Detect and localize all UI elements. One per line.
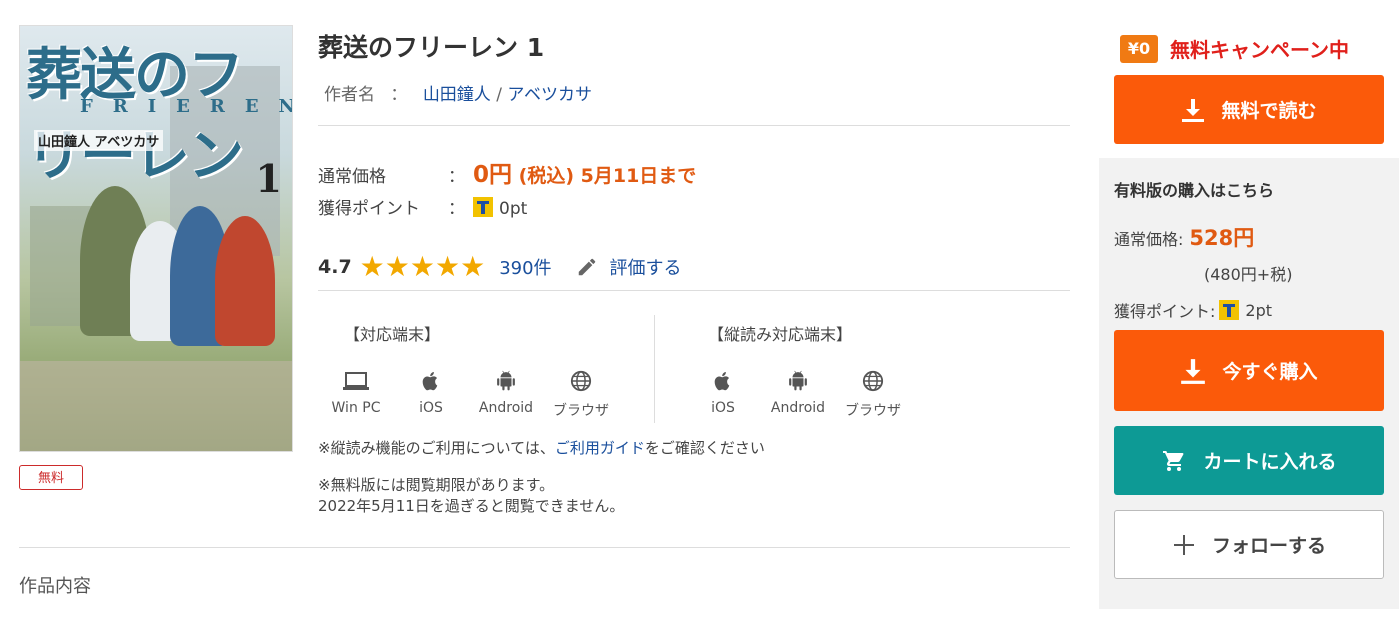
pencil-icon[interactable] xyxy=(576,256,598,278)
cover-title-en: FRIEREN xyxy=(80,96,293,117)
author-label: 作者名 xyxy=(324,85,375,105)
points-label: 獲得ポイント xyxy=(318,199,420,219)
tpoint-icon xyxy=(1219,300,1240,320)
device-ios: iOS xyxy=(391,370,471,416)
device-win-pc: Win PC xyxy=(316,370,396,416)
plus-icon xyxy=(1173,534,1194,555)
limit-note-line2: 2022年5月11日を過ぎると閲覧できません。 xyxy=(318,497,625,515)
read-free-label: 無料で読む xyxy=(1221,100,1317,122)
paid-point-label: 獲得ポイント: xyxy=(1114,302,1216,321)
author-link-yamada[interactable]: 山田鐘人 xyxy=(423,85,491,105)
review-count-link[interactable]: 390件 xyxy=(499,254,551,280)
cover-image[interactable]: 葬送のフリーレン FRIEREN 山田鐘人 アベツカサ 1 xyxy=(19,25,293,452)
author-separator: / xyxy=(496,85,502,105)
apple-icon xyxy=(714,372,730,391)
page-title: 葬送のフリーレン 1 xyxy=(318,33,545,62)
paid-section-title: 有料版の購入はこちら xyxy=(1114,181,1275,200)
usage-guide-link[interactable]: ご利用ガイド xyxy=(555,439,645,457)
device-label: ブラウザ xyxy=(845,403,901,419)
device-android: Android xyxy=(466,370,546,416)
cart-icon xyxy=(1163,450,1184,471)
vertical-device-android: Android xyxy=(758,370,838,416)
price-colon: ： xyxy=(448,167,465,187)
limit-note-line1: ※無料版には閲覧期限があります。 xyxy=(318,476,555,494)
star-rating-icon: ★★★★★ xyxy=(359,250,486,283)
read-free-button[interactable]: 無料で読む xyxy=(1114,75,1384,144)
divider xyxy=(318,125,1070,126)
tpoint-icon xyxy=(473,197,493,217)
author-line: 作者名 ： 山田鐘人 / アベツカサ xyxy=(324,80,592,105)
free-badge: 無料 xyxy=(19,465,83,490)
globe-icon xyxy=(570,370,592,392)
paid-price-row: 通常価格: 528円 xyxy=(1114,222,1254,252)
device-label: ブラウザ xyxy=(553,403,609,419)
campaign-banner: ¥0 無料キャンペーン中 xyxy=(1120,34,1349,63)
paid-tax-note: (480円+税) xyxy=(1204,265,1293,284)
price-row: 通常価格 ： 0円 (税込) 5月11日まで xyxy=(318,155,696,189)
price-value: 0円 (税込) 5月11日まで xyxy=(473,162,697,188)
follow-button[interactable]: フォローする xyxy=(1114,510,1384,579)
campaign-text: 無料キャンペーン中 xyxy=(1170,38,1349,62)
paid-point-row: 獲得ポイント: 2pt xyxy=(1114,298,1272,322)
points-row: 獲得ポイント ： 0pt xyxy=(318,194,527,219)
paid-price-value: 528円 xyxy=(1189,226,1255,250)
author-colon: ： xyxy=(390,85,408,105)
add-to-cart-label: カートに入れる xyxy=(1203,451,1337,473)
price-label: 通常価格 xyxy=(318,167,386,187)
cover-authors: 山田鐘人 アベツカサ xyxy=(34,130,164,151)
device-label: Win PC xyxy=(331,400,381,416)
download-icon xyxy=(1182,98,1205,122)
divider xyxy=(19,547,1070,548)
device-browser: ブラウザ xyxy=(541,370,621,420)
device-label: iOS xyxy=(419,400,443,416)
content-section-title: 作品内容 xyxy=(19,576,91,597)
rating-score: 4.7 xyxy=(318,255,352,278)
vertical-read-note: ※縦読み機能のご利用については、ご利用ガイドをご確認ください xyxy=(318,437,765,458)
price-main: 0円 xyxy=(473,162,513,188)
points-colon: ： xyxy=(448,199,465,219)
buy-now-button[interactable]: 今すぐ購入 xyxy=(1114,330,1384,411)
paid-point-value: 2pt xyxy=(1245,300,1273,320)
paid-price-label: 通常価格: xyxy=(1114,230,1184,249)
device-label: Android xyxy=(478,400,534,416)
follow-label: フォローする xyxy=(1211,535,1326,557)
note-prefix: ※縦読み機能のご利用については、 xyxy=(318,439,555,457)
device-label: iOS xyxy=(711,400,735,416)
buy-now-label: 今すぐ購入 xyxy=(1222,361,1318,383)
cover-volume: 1 xyxy=(255,156,282,201)
apple-icon xyxy=(422,372,438,391)
vertical-device-ios: iOS xyxy=(683,370,763,416)
add-to-cart-button[interactable]: カートに入れる xyxy=(1114,426,1384,495)
vertical-devices-heading: 【縦読み対応端末】 xyxy=(708,325,853,344)
yen-zero-icon: ¥0 xyxy=(1120,34,1158,63)
laptop-icon xyxy=(343,372,369,390)
android-icon xyxy=(789,370,807,391)
cover-ground-shape xyxy=(20,361,292,451)
rate-link[interactable]: 評価する xyxy=(610,254,682,280)
points-value: 0pt xyxy=(499,199,528,219)
note-suffix: をご確認ください xyxy=(644,439,765,457)
vertical-divider xyxy=(654,315,655,423)
rating-row: 4.7 ★★★★★ 390件 評価する xyxy=(318,250,682,283)
android-icon xyxy=(497,370,515,391)
price-detail: (税込) 5月11日まで xyxy=(518,165,697,187)
cover-figure xyxy=(215,216,275,346)
vertical-device-browser: ブラウザ xyxy=(833,370,913,420)
author-link-abe[interactable]: アベツカサ xyxy=(507,85,592,105)
download-icon xyxy=(1181,358,1206,384)
globe-icon xyxy=(862,370,884,392)
device-label: Android xyxy=(770,400,826,416)
divider xyxy=(318,290,1070,291)
devices-heading: 【対応端末】 xyxy=(344,325,441,344)
